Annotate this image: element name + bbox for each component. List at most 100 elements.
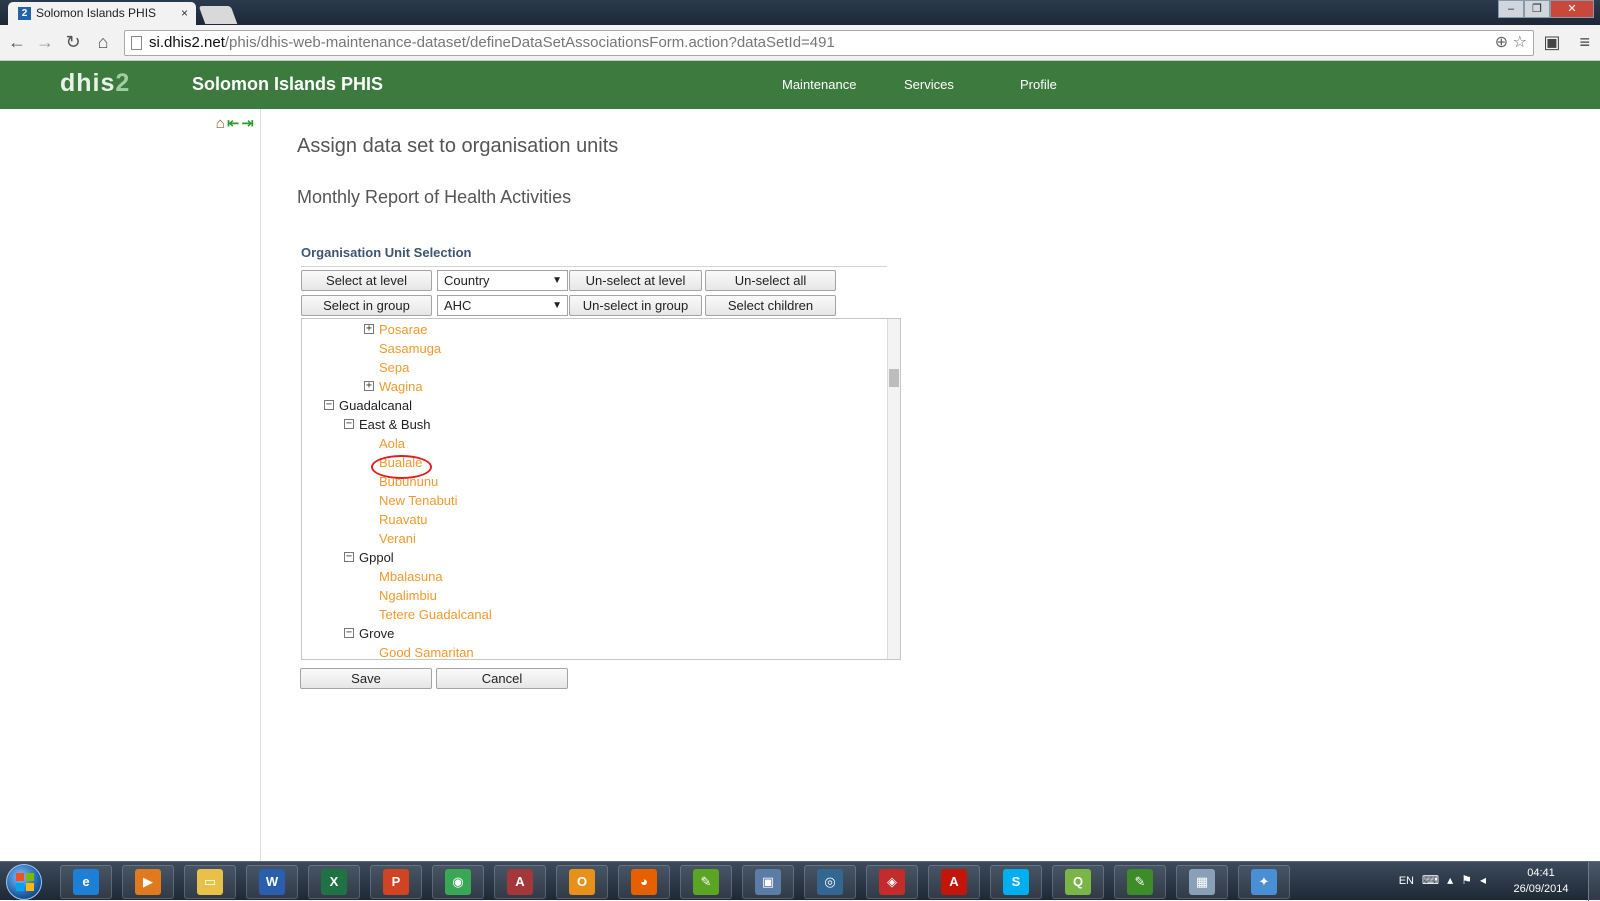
tree-node-label[interactable]: Ruavatu — [379, 510, 427, 529]
app-header: dhis2 Solomon Islands PHIS Maintenance S… — [0, 61, 1600, 109]
tree-node-label[interactable]: Gppol — [359, 548, 394, 567]
tree-node-label[interactable]: Good Samaritan — [379, 643, 474, 659]
browser-toolbar: ← → ↻ ⌂ si.dhis2.net/phis/dhis-web-maint… — [0, 25, 1600, 61]
media-player-glyph: ▶ — [135, 869, 161, 896]
tree-node-label[interactable]: Posarae — [379, 320, 427, 339]
action-center-flag-icon[interactable]: ⚑ — [1461, 873, 1480, 887]
back-arrow-icon[interactable]: ← — [6, 31, 28, 53]
qgis-icon[interactable]: Q — [1052, 865, 1104, 899]
chrome-icon[interactable]: ◉ — [432, 865, 484, 899]
word-icon[interactable]: W — [246, 865, 298, 899]
tree-node-label[interactable]: Sasamuga — [379, 339, 441, 358]
calculator-icon[interactable]: ▦ — [1176, 865, 1228, 899]
volume-icon[interactable]: ◂ — [1480, 873, 1494, 887]
media-player-icon[interactable]: ▶ — [122, 865, 174, 899]
collapse-icon[interactable]: − — [344, 419, 354, 429]
unselect-at-level-button[interactable]: Un-select at level — [569, 270, 702, 291]
tree-node-label[interactable]: Ngalimbiu — [379, 586, 437, 605]
tree-node-label[interactable]: East & Bush — [359, 415, 431, 434]
tree-node-label[interactable]: Grove — [359, 624, 394, 643]
forward-arrow-icon[interactable]: → — [34, 31, 56, 53]
skype-icon[interactable]: S — [990, 865, 1042, 899]
show-desktop-button[interactable] — [1588, 862, 1600, 901]
postgresql-icon[interactable]: ◎ — [804, 865, 856, 899]
postgresql-glyph: ◎ — [817, 869, 843, 896]
minimize-icon[interactable]: – — [1498, 0, 1524, 18]
scrollbar-thumb[interactable] — [889, 369, 899, 387]
browser-tab[interactable]: 2 Solomon Islands PHIS × — [8, 2, 196, 25]
menu-services[interactable]: Services — [904, 77, 954, 92]
expand-icon[interactable]: + — [364, 381, 374, 391]
select-children-button[interactable]: Select children — [705, 295, 836, 316]
reload-icon[interactable]: ↻ — [62, 31, 84, 53]
evernote-icon[interactable]: ✎ — [680, 865, 732, 899]
excel-icon[interactable]: X — [308, 865, 360, 899]
show-hidden-icons[interactable]: ▴ — [1447, 873, 1461, 887]
outlook-glyph: O — [569, 869, 595, 896]
powerpoint-icon[interactable]: P — [370, 865, 422, 899]
unselect-in-group-button[interactable]: Un-select in group — [569, 295, 702, 316]
collapse-icon[interactable]: − — [324, 400, 334, 410]
menu-maintenance[interactable]: Maintenance — [782, 77, 856, 92]
app-title: Solomon Islands PHIS — [192, 74, 384, 94]
tree-node-label[interactable]: Aola — [379, 434, 405, 453]
cancel-button[interactable]: Cancel — [436, 668, 568, 689]
dhis2-logo[interactable]: dhis2 — [60, 69, 130, 98]
select-at-level-button[interactable]: Select at level — [301, 270, 432, 291]
home-icon[interactable]: ⌂ — [216, 115, 225, 133]
access-icon[interactable]: A — [494, 865, 546, 899]
tree-node-label[interactable]: Mbalasuna — [379, 567, 443, 586]
paint-icon[interactable]: ✦ — [1238, 865, 1290, 899]
chrome-glyph: ◉ — [445, 869, 471, 896]
close-window-icon[interactable]: ✕ — [1550, 0, 1594, 18]
keyboard-icon[interactable]: ⌨ — [1422, 873, 1447, 887]
zoom-icon[interactable]: ⊕ — [1495, 34, 1508, 51]
language-indicator[interactable]: EN — [1399, 875, 1414, 887]
extension-icon[interactable]: ▣ — [1543, 32, 1560, 52]
word-glyph: W — [259, 869, 285, 896]
clock-time[interactable]: 04:41 — [1506, 867, 1576, 879]
save-button[interactable]: Save — [300, 668, 432, 689]
select-in-group-button[interactable]: Select in group — [301, 295, 432, 316]
tree-node-label[interactable]: Wagina — [379, 377, 423, 396]
tree-node-label[interactable]: New Tenabuti — [379, 491, 458, 510]
back-arrow-icon[interactable]: ⇤ — [227, 115, 240, 133]
firefox-icon[interactable]: ◕ — [618, 865, 670, 899]
group-select[interactable]: AHC ▼ — [437, 295, 568, 316]
tree-node-label[interactable]: Guadalcanal — [339, 396, 412, 415]
star-icon[interactable]: ☆ — [1513, 34, 1527, 51]
left-sidebar: ⌂ ⇤ ⇥ — [0, 109, 261, 861]
menu-icon[interactable]: ≡ — [1579, 32, 1590, 52]
security-icon[interactable]: ◈ — [866, 865, 918, 899]
home-icon[interactable]: ⌂ — [92, 31, 114, 53]
dropdown-arrow-icon: ▼ — [552, 275, 562, 286]
address-bar[interactable]: si.dhis2.net/phis/dhis-web-maintenance-d… — [124, 30, 1534, 56]
outlook-icon[interactable]: O — [556, 865, 608, 899]
tree-node-label[interactable]: Tetere Guadalcanal — [379, 605, 492, 624]
tree-node-label[interactable]: Verani — [379, 529, 416, 548]
tab-title: Solomon Islands PHIS — [36, 6, 157, 20]
menu-profile[interactable]: Profile — [1020, 77, 1057, 92]
tree-node-label[interactable]: Sepa — [379, 358, 409, 377]
file-explorer-glyph: ▭ — [197, 869, 223, 896]
unselect-all-button[interactable]: Un-select all — [705, 270, 836, 291]
collapse-icon[interactable]: − — [344, 628, 354, 638]
page-title: Assign data set to organisation units — [297, 135, 619, 157]
level-select[interactable]: Country ▼ — [437, 270, 568, 291]
file-explorer-icon[interactable]: ▭ — [184, 865, 236, 899]
expand-icon[interactable]: + — [364, 324, 374, 334]
start-button[interactable] — [6, 864, 42, 900]
remote-desktop-icon[interactable]: ▣ — [742, 865, 794, 899]
evernote-2-icon[interactable]: ✎ — [1114, 865, 1166, 899]
restore-icon[interactable]: ❐ — [1524, 0, 1550, 18]
clock-date[interactable]: 26/09/2014 — [1506, 883, 1576, 895]
org-unit-tree[interactable]: + Posarae Sasamuga Sepa + Wagina − Guadalcanal −… — [301, 318, 901, 660]
acrobat-icon[interactable]: A — [928, 865, 980, 899]
forward-arrow-icon[interactable]: ⇥ — [241, 115, 254, 133]
collapse-icon[interactable]: − — [344, 552, 354, 562]
new-tab-button[interactable] — [198, 6, 238, 24]
internet-explorer-icon[interactable]: e — [60, 865, 112, 899]
tree-scrollbar[interactable] — [887, 319, 900, 659]
tab-close-icon[interactable]: × — [181, 2, 188, 25]
logo-number: 2 — [115, 69, 131, 97]
